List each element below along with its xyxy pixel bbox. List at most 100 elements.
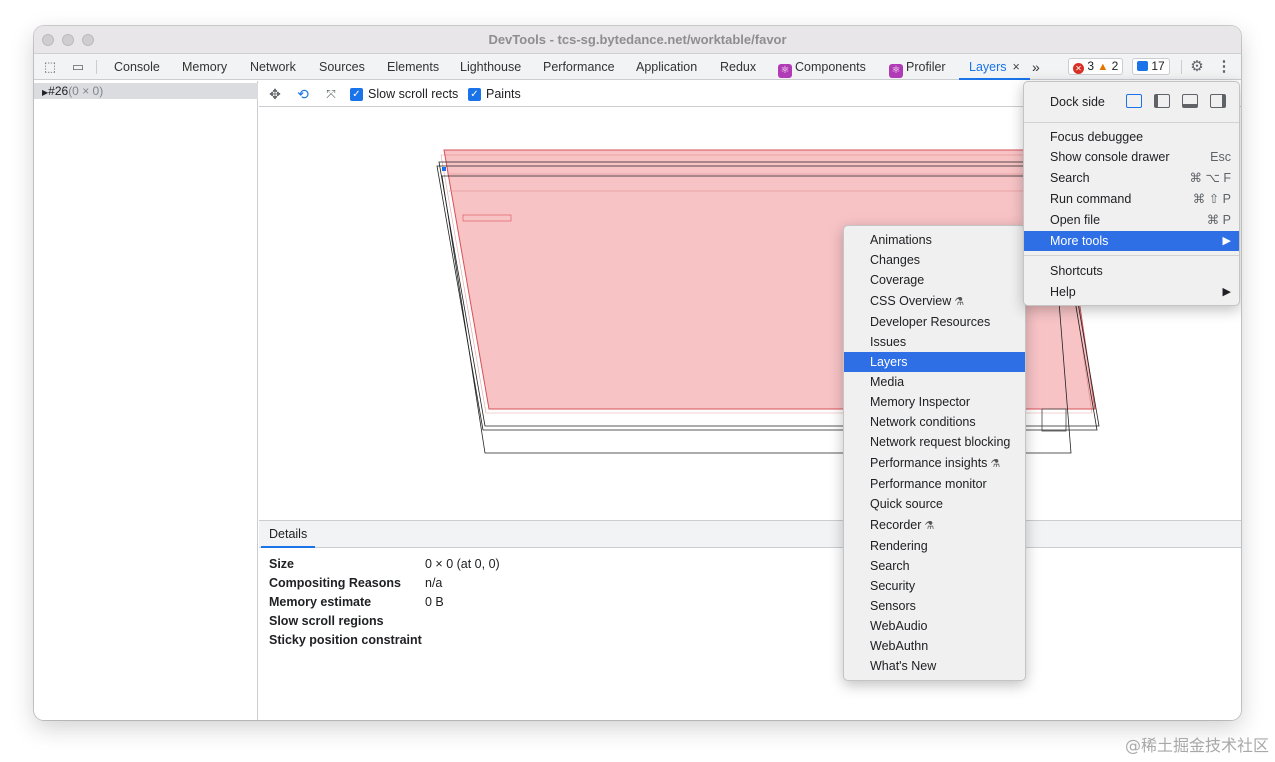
menu-item-layers[interactable]: Layers: [844, 352, 1025, 372]
device-toolbar-icon[interactable]: ▭: [69, 58, 87, 76]
tab-layers[interactable]: Layers ×: [959, 54, 1030, 80]
layer-outline: [1041, 408, 1067, 432]
tab-redux[interactable]: Redux: [720, 54, 756, 80]
layer-anchor: [442, 167, 446, 171]
menu-item-show-console-drawer[interactable]: Show console drawer Esc: [1024, 147, 1239, 167]
menu-item-open-file[interactable]: Open file ⌘ P: [1024, 210, 1239, 230]
rotate-mode-icon[interactable]: ⟲: [294, 85, 312, 103]
detail-value-memory: 0 B: [425, 595, 444, 609]
menu-item-network-conditions[interactable]: Network conditions: [844, 412, 1025, 432]
menu-item-label: Show console drawer: [1050, 150, 1170, 164]
menu-item-css-overview[interactable]: CSS Overview ⚗: [844, 291, 1025, 311]
slow-scroll-rects-label: Slow scroll rects: [368, 87, 459, 101]
slow-scroll-rects-checkbox[interactable]: ✓ Slow scroll rects: [350, 87, 458, 101]
tab-profiler[interactable]: ⚛ Profiler: [889, 54, 946, 80]
menu-item-whats-new[interactable]: What's New: [844, 656, 1025, 676]
undock-icon[interactable]: [1126, 94, 1142, 108]
more-tabs-chevron-icon[interactable]: »: [1032, 54, 1040, 80]
dock-right-icon[interactable]: [1210, 94, 1226, 108]
tab-profiler-label: Profiler: [906, 60, 946, 74]
menu-item-focus-debuggee[interactable]: Focus debuggee: [1024, 127, 1239, 147]
tab-application[interactable]: Application: [636, 54, 697, 80]
message-icon: [1137, 61, 1148, 71]
tab-elements[interactable]: Elements: [387, 54, 439, 80]
layer-node-id: #26: [48, 84, 69, 98]
menu-item-animations[interactable]: Animations: [844, 230, 1025, 250]
submenu-arrow-icon: ▶: [1222, 286, 1231, 298]
reset-transform-icon[interactable]: ⤧: [322, 85, 340, 103]
menu-item-search[interactable]: Search: [844, 556, 1025, 576]
menu-item-webaudio[interactable]: WebAudio: [844, 616, 1025, 636]
tab-performance[interactable]: Performance: [543, 54, 615, 80]
menu-item-webauthn[interactable]: WebAuthn: [844, 636, 1025, 656]
experimental-flask-icon: ⚗: [954, 296, 965, 308]
shortcut-label: ⌘ ⇧ P: [1192, 192, 1231, 206]
menu-item-help[interactable]: Help ▶: [1024, 282, 1239, 302]
menu-item-memory-inspector[interactable]: Memory Inspector: [844, 392, 1025, 412]
menu-item-changes[interactable]: Changes: [844, 250, 1025, 270]
submenu-arrow-icon: ▶: [1222, 235, 1231, 247]
dock-left-icon[interactable]: [1154, 94, 1170, 108]
menu-item-developer-resources[interactable]: Developer Resources: [844, 312, 1025, 332]
tab-console[interactable]: Console: [114, 54, 160, 80]
menu-item-sensors[interactable]: Sensors: [844, 596, 1025, 616]
pan-mode-icon[interactable]: ✥: [266, 85, 284, 103]
menu-item-media[interactable]: Media: [844, 372, 1025, 392]
menu-item-label: Shortcuts: [1050, 264, 1103, 278]
menu-item-security[interactable]: Security: [844, 576, 1025, 596]
divider: [96, 60, 97, 74]
shortcut-label: ⌘ ⌥ F: [1189, 171, 1232, 185]
menu-item-label: Run command: [1050, 192, 1132, 206]
panel-tab-bar: ⬚ ▭ Console Memory Network Sources Eleme…: [34, 54, 1241, 80]
tab-components[interactable]: ⚛ Components: [778, 54, 866, 80]
menu-item-label: Performance insights: [870, 456, 988, 470]
tab-memory[interactable]: Memory: [182, 54, 227, 80]
details-tab-bar: Details: [259, 521, 1241, 548]
detail-label-memory: Memory estimate: [269, 595, 372, 609]
paints-checkbox[interactable]: ✓ Paints: [468, 87, 521, 101]
menu-item-label: Help: [1050, 285, 1076, 299]
menu-item-network-request-blocking[interactable]: Network request blocking: [844, 432, 1025, 452]
close-icon[interactable]: ×: [1013, 60, 1020, 74]
menu-item-label: Focus debuggee: [1050, 130, 1144, 144]
menu-item-label: CSS Overview: [870, 294, 952, 308]
menu-separator: [1024, 255, 1239, 256]
warning-count: 2: [1111, 59, 1119, 73]
customize-menu: Dock side Focus debuggee Show console dr…: [1023, 81, 1240, 306]
menu-item-recorder[interactable]: Recorder ⚗: [844, 515, 1025, 535]
inspect-element-icon[interactable]: ⬚: [41, 58, 59, 76]
tab-lighthouse[interactable]: Lighthouse: [460, 54, 521, 80]
shortcut-label: Esc: [1210, 150, 1231, 164]
paints-label: Paints: [486, 87, 521, 101]
dock-side-label: Dock side: [1050, 95, 1105, 109]
layer-tree-row[interactable]: ▶#26(0 × 0): [34, 83, 258, 99]
menu-item-performance-monitor[interactable]: Performance monitor: [844, 474, 1025, 494]
tab-network[interactable]: Network: [250, 54, 296, 80]
detail-label-slow-scroll: Slow scroll regions: [269, 614, 384, 628]
react-icon: ⚛: [778, 64, 792, 78]
tab-details[interactable]: Details: [261, 521, 316, 548]
devtools-window: DevTools - tcs-sg.bytedance.net/worktabl…: [34, 26, 1241, 720]
menu-item-label: Search: [1050, 171, 1090, 185]
issues-counter[interactable]: ✕ 3 ▲ 2: [1068, 58, 1124, 75]
menu-item-search[interactable]: Search ⌘ ⌥ F: [1024, 168, 1239, 188]
gear-icon[interactable]: ⚙: [1188, 58, 1206, 76]
menu-item-quick-source[interactable]: Quick source: [844, 494, 1025, 514]
messages-counter[interactable]: 17: [1132, 58, 1170, 75]
title-bar: DevTools - tcs-sg.bytedance.net/worktabl…: [34, 26, 1241, 54]
tab-sources[interactable]: Sources: [319, 54, 365, 80]
menu-item-run-command[interactable]: Run command ⌘ ⇧ P: [1024, 189, 1239, 209]
menu-item-label: More tools: [1050, 234, 1109, 248]
menu-item-performance-insights[interactable]: Performance insights ⚗: [844, 453, 1025, 473]
menu-item-rendering[interactable]: Rendering: [844, 536, 1025, 556]
dock-bottom-icon[interactable]: [1182, 94, 1198, 108]
menu-item-shortcuts[interactable]: Shortcuts: [1024, 261, 1239, 281]
menu-item-issues[interactable]: Issues: [844, 332, 1025, 352]
menu-item-coverage[interactable]: Coverage: [844, 270, 1025, 290]
detail-label-sticky: Sticky position constraint: [269, 633, 422, 647]
shortcut-label: ⌘ P: [1206, 213, 1231, 227]
kebab-menu-icon[interactable]: ⋮: [1215, 58, 1233, 76]
menu-item-more-tools[interactable]: More tools ▶: [1024, 231, 1239, 251]
error-icon: ✕: [1073, 63, 1084, 74]
layer-node-size: (0 × 0): [68, 84, 104, 98]
